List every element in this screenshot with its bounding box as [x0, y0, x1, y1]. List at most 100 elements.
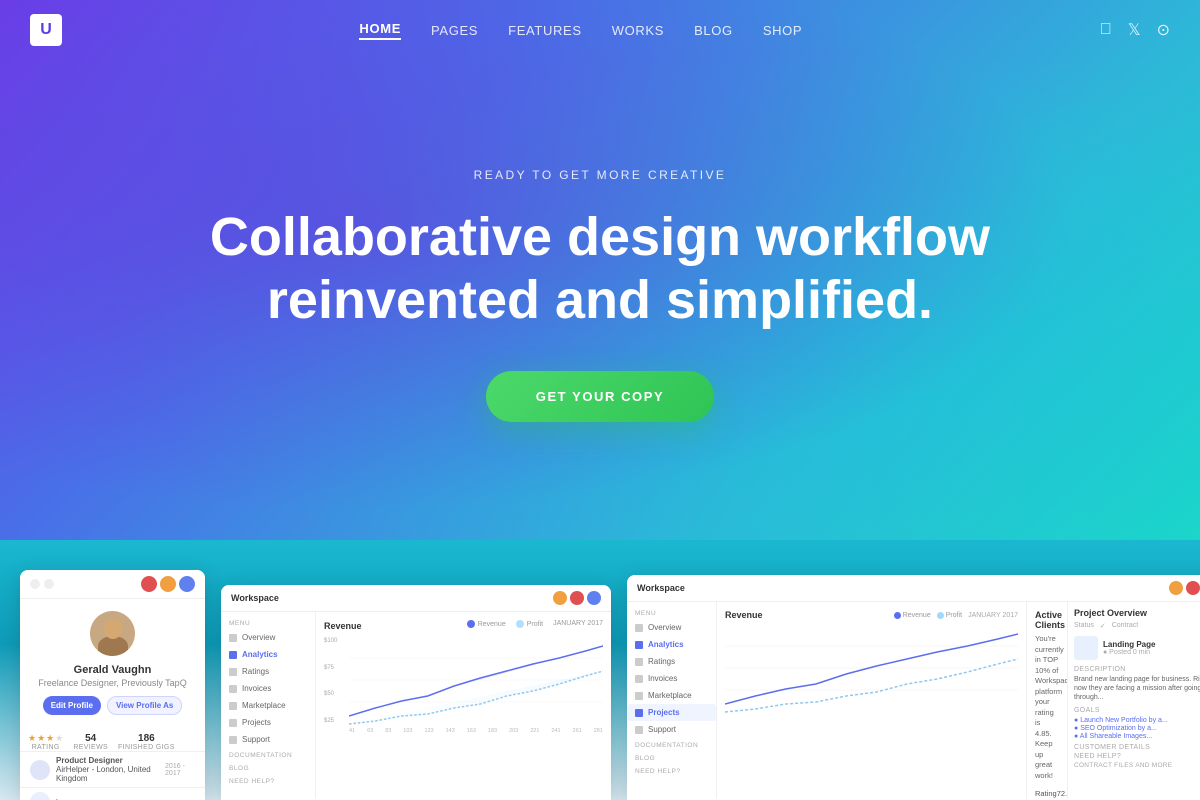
- nav-features[interactable]: FEATURES: [508, 23, 582, 38]
- user-circle-icon[interactable]: ⊙: [1157, 20, 1170, 40]
- nav-works[interactable]: WORKS: [612, 23, 664, 38]
- avatar-icon: [179, 576, 195, 592]
- window-dot: [30, 579, 40, 589]
- view-profile-button[interactable]: View Profile As: [107, 696, 182, 715]
- card3-right: Active Clients You're currently in TOP 1…: [1027, 602, 1067, 799]
- profile-name: Gerald Vaughn: [74, 664, 152, 676]
- sidebar3-invoices[interactable]: Invoices: [627, 670, 716, 687]
- star-rating: ★ ★ ★ ★: [28, 733, 63, 744]
- avatar-group: [141, 576, 195, 592]
- card3-chart: Revenue Revenue Profit JANUARY 2017: [717, 602, 1027, 799]
- avatar-icon: [141, 576, 157, 592]
- chart-header: Revenue Revenue Profit JANUARY 2017: [324, 620, 603, 632]
- goal-2: ● SEO Optimization by a...: [1074, 725, 1200, 732]
- revenue-chart: [349, 636, 603, 726]
- get-copy-button[interactable]: GET YOUR COPY: [486, 371, 714, 422]
- edit-profile-button[interactable]: Edit Profile: [43, 696, 101, 715]
- profit-dot: [937, 612, 944, 619]
- twitter-icon[interactable]: 𝕏: [1128, 20, 1141, 40]
- card3-topbar: Workspace: [627, 575, 1200, 602]
- overview-icon: [229, 634, 237, 642]
- sidebar3-marketplace[interactable]: Marketplace: [627, 687, 716, 704]
- card3-sidebar: MENU Overview Analytics Ratings Invoices: [627, 602, 717, 799]
- hero-section: READY TO GET MORE CREATIVE Collaborative…: [0, 0, 1200, 560]
- status-row: Status ✓ Contract: [1074, 622, 1200, 630]
- nav-shop[interactable]: SHOP: [763, 23, 802, 38]
- sidebar3-ratings[interactable]: Ratings: [627, 653, 716, 670]
- chart-legend: Revenue Profit JANUARY 2017: [467, 620, 603, 628]
- nav-blog[interactable]: BLOG: [694, 23, 733, 38]
- profile-role: Freelance Designer, Previously TapQ: [38, 678, 186, 688]
- topbar-controls: [553, 591, 601, 605]
- projects-icon: [229, 719, 237, 727]
- window-dot: [44, 579, 54, 589]
- avatar-icon: [587, 591, 601, 605]
- landing-page-thumb: [1074, 636, 1098, 660]
- avatar-icon: [570, 591, 584, 605]
- contract-files-label: CONTRACT FILES AND MORE: [1074, 762, 1200, 769]
- sidebar-marketplace[interactable]: Marketplace: [221, 697, 315, 714]
- sidebar-analytics[interactable]: Analytics: [221, 646, 315, 663]
- rating-label: RATING: [28, 744, 63, 751]
- sidebar3-projects[interactable]: Projects: [627, 704, 716, 721]
- avatar-icon: [160, 576, 176, 592]
- job-icon: [30, 760, 50, 780]
- card2-inner: MENU Overview Analytics Ratings Invoices: [221, 612, 611, 799]
- sidebar-support[interactable]: Support: [221, 731, 315, 748]
- card3-inner: MENU Overview Analytics Ratings Invoices: [627, 602, 1200, 799]
- landing-page-row: Landing Page ● Posted 0 min: [1074, 636, 1200, 660]
- card2-topbar: Workspace: [221, 585, 611, 612]
- hero-content: READY TO GET MORE CREATIVE Collaborative…: [210, 168, 990, 421]
- sidebar-overview[interactable]: Overview: [221, 629, 315, 646]
- sidebar3-overview[interactable]: Overview: [627, 619, 716, 636]
- facebook-icon[interactable]: : [1100, 21, 1112, 39]
- dashboard-previews: Gerald Vaughn Freelance Designer, Previo…: [0, 540, 1200, 800]
- nav-home[interactable]: HOME: [359, 21, 401, 40]
- customer-details-label: CUSTOMER DETAILS: [1074, 744, 1200, 751]
- avatar-icon: [1186, 581, 1200, 595]
- need-help-label2: NEED HELP?: [1074, 753, 1200, 760]
- sidebar-ratings[interactable]: Ratings: [221, 663, 315, 680]
- need-help-label: NEED HELP?: [221, 774, 315, 787]
- sidebar3-support[interactable]: Support: [627, 721, 716, 738]
- chart-area: [349, 636, 603, 726]
- stat-finished: 186 FINISHED GIGS: [118, 733, 175, 751]
- support-icon: [635, 726, 643, 734]
- sidebar3-analytics[interactable]: Analytics: [627, 636, 716, 653]
- avatar-icon: [553, 591, 567, 605]
- desc-text: Brand new landing page for business. Rig…: [1074, 675, 1200, 702]
- revenue-dot: [894, 612, 901, 619]
- active-clients-text: You're currently in TOP 10% of Workspace…: [1035, 634, 1059, 781]
- invoices-icon: [635, 675, 643, 683]
- menu-label: MENU: [221, 616, 315, 629]
- card1-icons: [30, 579, 54, 589]
- profile-section: Gerald Vaughn Freelance Designer, Previo…: [20, 599, 205, 723]
- card3-avatars: [1169, 581, 1200, 595]
- revenue-dot: [467, 620, 475, 628]
- marketplace-icon: [635, 692, 643, 700]
- card2-sidebar: MENU Overview Analytics Ratings Invoices: [221, 612, 316, 799]
- project-overview-title: Project Overview: [1074, 608, 1200, 618]
- sidebar-invoices[interactable]: Invoices: [221, 680, 315, 697]
- chart3-legend: Revenue Profit JANUARY 2017: [894, 612, 1018, 619]
- chart-container: $100 $75 $50 $25: [324, 636, 603, 726]
- company-icon: [30, 792, 50, 800]
- sidebar-projects[interactable]: Projects: [221, 714, 315, 731]
- hero-subtitle: READY TO GET MORE CREATIVE: [210, 168, 990, 182]
- overview-icon: [635, 624, 643, 632]
- full-analytics-card: Workspace MENU Overview Analytics: [627, 575, 1200, 800]
- metric-rating: Rating 72.3%: [1035, 789, 1059, 799]
- avatar: [90, 611, 135, 656]
- support-icon: [229, 736, 237, 744]
- logo[interactable]: U: [30, 14, 62, 46]
- nav-pages[interactable]: PAGES: [431, 23, 478, 38]
- profile-buttons: Edit Profile View Profile As: [43, 696, 183, 715]
- profile-company-item: brym: [20, 787, 205, 800]
- nav-social-icons:  𝕏 ⊙: [1100, 20, 1170, 40]
- chart3-area: [725, 624, 1018, 714]
- legend-profit: Profit: [516, 620, 543, 628]
- stat-reviews: 54 REVIEWS: [73, 733, 108, 751]
- project-overview-panel: Project Overview Status ✓ Contract Landi…: [1067, 602, 1200, 799]
- invoices-icon: [229, 685, 237, 693]
- card3-workspace: Workspace: [637, 583, 685, 593]
